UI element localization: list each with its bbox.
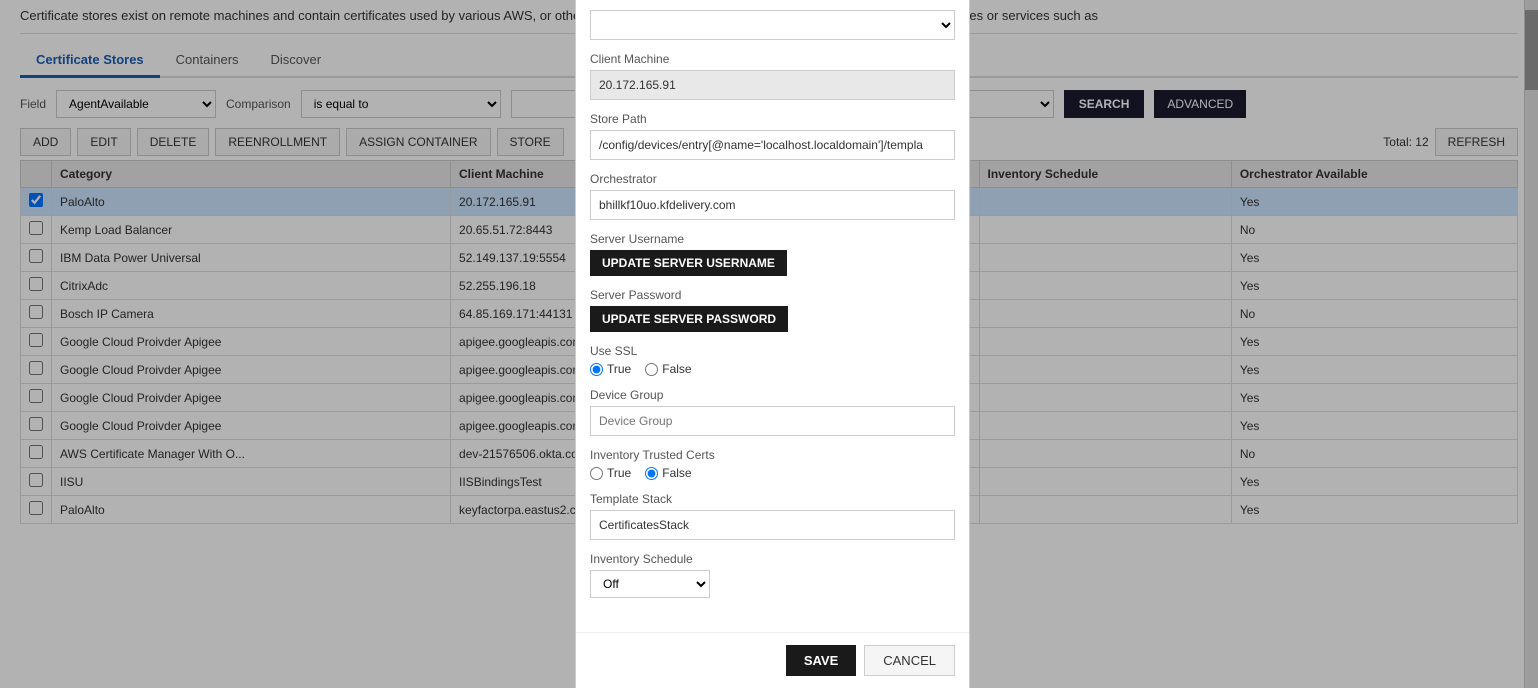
inventory-trusted-certs-group: Inventory Trusted Certs True False xyxy=(590,448,955,480)
orchestrator-group: Orchestrator xyxy=(590,172,955,220)
use-ssl-false-text: False xyxy=(662,362,691,376)
device-group-group: Device Group xyxy=(590,388,955,436)
modal-body: Client Machine Store Path Orchestrator S… xyxy=(576,0,969,632)
inventory-schedule-select[interactable]: Off Every 1 Hour Every 6 Hours Daily xyxy=(590,570,710,598)
use-ssl-false-radio[interactable] xyxy=(645,363,658,376)
inv-trusted-false-radio[interactable] xyxy=(645,467,658,480)
use-ssl-radio-group: True False xyxy=(590,362,955,376)
device-group-input[interactable] xyxy=(590,406,955,436)
use-ssl-true-text: True xyxy=(607,362,631,376)
client-machine-label: Client Machine xyxy=(590,52,955,66)
inv-trusted-true-text: True xyxy=(607,466,631,480)
template-stack-label: Template Stack xyxy=(590,492,955,506)
server-username-group: Server Username UPDATE SERVER USERNAME xyxy=(590,232,955,276)
inv-trusted-false-label[interactable]: False xyxy=(645,466,691,480)
use-ssl-true-radio[interactable] xyxy=(590,363,603,376)
use-ssl-true-label[interactable]: True xyxy=(590,362,631,376)
inv-trusted-radio-group: True False xyxy=(590,466,955,480)
orchestrator-label: Orchestrator xyxy=(590,172,955,186)
server-password-group: Server Password UPDATE SERVER PASSWORD xyxy=(590,288,955,332)
template-stack-input[interactable] xyxy=(590,510,955,540)
inv-trusted-true-radio[interactable] xyxy=(590,467,603,480)
inventory-schedule-label: Inventory Schedule xyxy=(590,552,955,566)
update-server-username-button[interactable]: UPDATE SERVER USERNAME xyxy=(590,250,787,276)
client-machine-input xyxy=(590,70,955,100)
save-button[interactable]: SAVE xyxy=(786,645,856,676)
template-stack-group: Template Stack xyxy=(590,492,955,540)
store-path-label: Store Path xyxy=(590,112,955,126)
edit-modal: Client Machine Store Path Orchestrator S… xyxy=(575,0,970,688)
device-group-label: Device Group xyxy=(590,388,955,402)
inventory-schedule-group: Inventory Schedule Off Every 1 Hour Ever… xyxy=(590,552,955,598)
top-dropdown[interactable] xyxy=(590,10,955,40)
cancel-button[interactable]: CANCEL xyxy=(864,645,955,676)
use-ssl-label: Use SSL xyxy=(590,344,955,358)
server-username-label: Server Username xyxy=(590,232,955,246)
client-machine-group: Client Machine xyxy=(590,52,955,100)
modal-footer: SAVE CANCEL xyxy=(576,632,969,688)
page-wrapper: Certificate stores exist on remote machi… xyxy=(0,0,1538,688)
inv-trusted-false-text: False xyxy=(662,466,691,480)
server-password-label: Server Password xyxy=(590,288,955,302)
use-ssl-false-label[interactable]: False xyxy=(645,362,691,376)
inventory-trusted-certs-label: Inventory Trusted Certs xyxy=(590,448,955,462)
orchestrator-input[interactable] xyxy=(590,190,955,220)
use-ssl-group: Use SSL True False xyxy=(590,344,955,376)
store-path-group: Store Path xyxy=(590,112,955,160)
top-select-group xyxy=(590,10,955,40)
update-server-password-button[interactable]: UPDATE SERVER PASSWORD xyxy=(590,306,788,332)
store-path-input[interactable] xyxy=(590,130,955,160)
inv-trusted-true-label[interactable]: True xyxy=(590,466,631,480)
